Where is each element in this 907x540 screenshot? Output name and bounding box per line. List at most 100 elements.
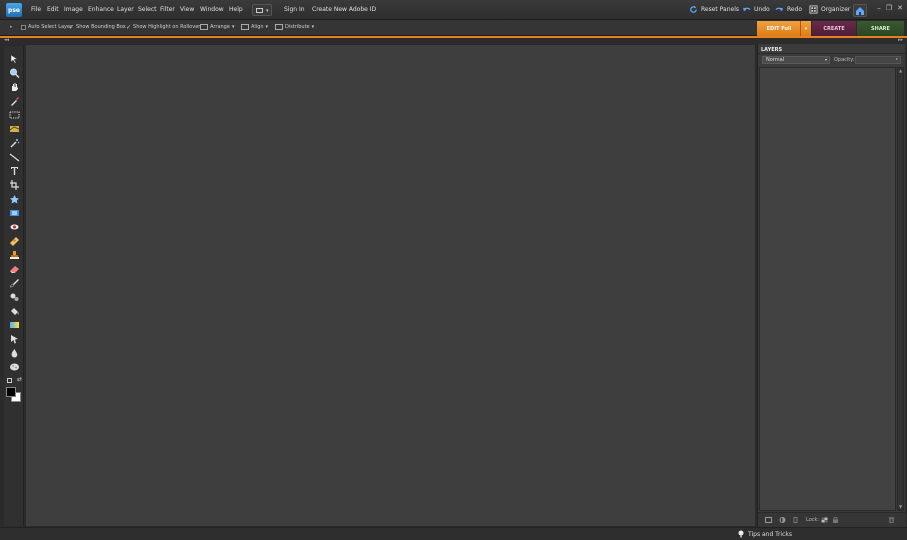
toolbox-collapse-strip[interactable]: ◂◂ [0,37,25,44]
clone-stamp-tool[interactable] [9,250,20,260]
eyedropper-tool[interactable] [9,96,20,106]
straighten-icon [9,153,20,162]
edit-mode-dropdown[interactable]: ▾ [800,21,811,37]
restore-button[interactable]: ❐ [885,4,893,12]
zoom-icon [10,68,20,79]
redo-label: Redo [787,6,803,13]
menu-window[interactable]: Window [200,6,224,13]
document-canvas-area[interactable] [25,44,756,527]
menu-bar: pse File Edit Image Enhance Layer Select… [0,0,907,20]
blend-mode-value: Normal [766,57,785,63]
lasso-tool[interactable] [9,124,20,134]
auto-select-layer-checkbox[interactable]: Auto Select Layer [21,24,72,30]
close-button[interactable]: ✕ [896,4,904,12]
organizer-icon [809,5,818,14]
menu-help[interactable]: Help [229,6,243,13]
quick-selection-tool[interactable] [9,138,20,148]
reset-icon [690,5,697,13]
distribute-button[interactable]: Distribute ▾ [275,24,314,30]
paint-bucket-icon [11,308,19,315]
undo-button[interactable]: Undo [742,5,770,14]
arrange-label: Arrange [210,24,230,30]
recompose-tool[interactable] [9,208,20,218]
menu-file[interactable]: File [31,6,41,13]
checkmark-icon: ✓ [126,23,132,31]
collapse-icon: ◂◂ [4,37,10,43]
type-icon [11,167,18,175]
menu-view[interactable]: View [180,6,194,13]
menu-edit[interactable]: Edit [47,6,59,13]
blend-mode-select[interactable]: Normal ▾ [762,56,830,64]
lock-transparency-icon[interactable] [821,517,828,523]
sign-in-link[interactable]: Sign In [284,6,305,13]
lightbulb-icon [738,530,744,538]
smart-brush-tool[interactable] [9,292,20,302]
paint-bucket-tool[interactable] [9,306,20,316]
custom-shape-icon [11,335,18,344]
layers-scrollbar[interactable]: ▲ ▼ [897,67,904,511]
marquee-tool[interactable] [9,110,20,120]
hand-tool[interactable] [9,82,20,92]
reset-panels-button[interactable]: Reset Panels [689,5,739,14]
menu-select[interactable]: Select [138,6,157,13]
organizer-button[interactable]: Organizer [809,5,850,14]
foreground-color-swatch[interactable] [6,387,16,397]
tips-label: Tips and Tricks [748,530,793,538]
tips-and-tricks-button[interactable]: Tips and Tricks [738,530,792,538]
home-icon [856,7,864,15]
menu-image[interactable]: Image [64,6,83,13]
show-bounding-box-checkbox[interactable]: ✓ Show Bounding Box [69,24,126,30]
sponge-tool[interactable] [9,362,20,372]
swap-colors-icon[interactable]: ⇄ [17,376,22,383]
workspace-layout-button[interactable]: ▾ [252,4,272,16]
gradient-tool[interactable] [9,320,20,330]
create-adobe-id-link[interactable]: Create New Adobe ID [312,6,376,13]
tab-create[interactable]: CREATE [812,21,856,37]
crop-tool[interactable] [9,180,20,190]
chevron-down-icon: ▾ [311,24,315,30]
move-tool[interactable] [9,54,20,64]
chevron-down-icon: ▾ [824,57,827,62]
layout-grid-icon [256,8,263,13]
align-button[interactable]: Align ▾ [241,24,268,30]
layer-list[interactable] [759,67,896,511]
tab-share[interactable]: SHARE [857,21,904,37]
brush-icon [9,279,19,288]
chevron-down-icon: ▾ [804,26,808,32]
align-icon [241,24,249,30]
divider [758,53,906,54]
link-layers-icon[interactable] [792,517,799,523]
straighten-tool[interactable] [9,152,20,162]
adjustment-layer-icon[interactable] [779,517,786,523]
spot-healing-tool[interactable] [9,236,20,246]
minimize-button[interactable]: – [875,4,883,12]
marquee-icon [9,111,20,119]
menu-enhance[interactable]: Enhance [88,6,114,13]
options-grip-icon: ▸ [10,24,13,30]
scroll-up-icon[interactable]: ▲ [898,68,903,74]
cookie-cutter-tool[interactable] [9,194,20,204]
default-colors-icon[interactable] [7,378,12,383]
blur-tool[interactable] [9,348,20,358]
scroll-down-icon[interactable]: ▼ [898,504,903,510]
red-eye-tool[interactable] [9,222,20,232]
eyedropper-icon [11,97,19,106]
menu-filter[interactable]: Filter [160,6,175,13]
arrange-button[interactable]: Arrange ▾ [200,24,234,30]
zoom-tool[interactable] [9,68,20,79]
lock-all-icon[interactable] [832,517,839,523]
trash-icon[interactable] [888,517,895,523]
opacity-input[interactable]: ▸ [855,56,901,64]
gradient-icon [10,322,19,328]
new-layer-icon[interactable] [765,517,772,523]
toolbox: ⇄ [4,46,24,526]
type-tool[interactable] [9,166,20,176]
home-button[interactable] [853,4,867,17]
show-highlight-checkbox[interactable]: ✓ Show Highlight on Rollover [126,24,200,30]
redo-button[interactable]: Redo [775,5,802,14]
chevron-down-icon: ▾ [231,24,235,30]
shape-tool[interactable] [9,334,20,344]
brush-tool[interactable] [9,278,20,288]
eraser-tool[interactable] [9,264,20,274]
menu-layer[interactable]: Layer [117,6,134,13]
